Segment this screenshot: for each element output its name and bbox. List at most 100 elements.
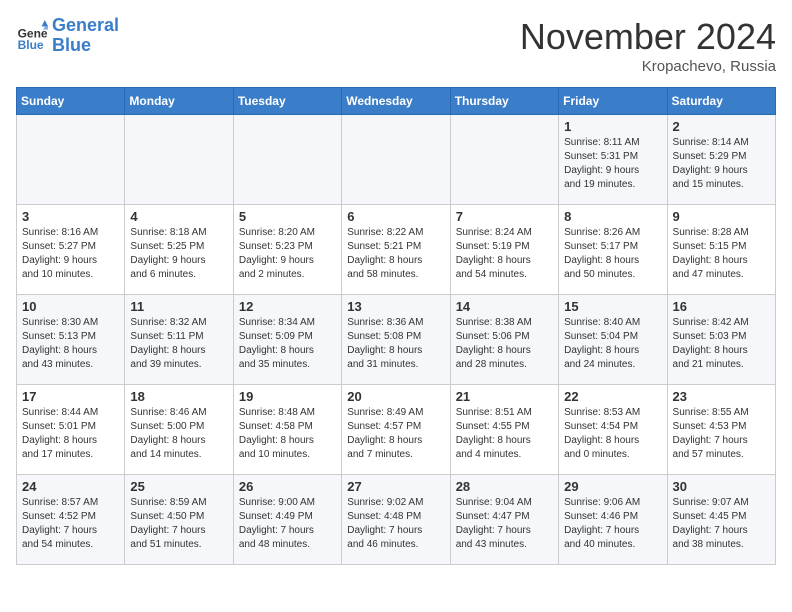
calendar-cell: 8 Sunrise: 8:26 AM Sunset: 5:17 PM Daylig…	[559, 205, 667, 295]
day-info: Sunrise: 8:24 AM Sunset: 5:19 PM Dayligh…	[456, 226, 553, 282]
calendar-cell: 17 Sunrise: 8:44 AM Sunset: 5:01 PM Dayli…	[17, 385, 125, 475]
day-info: Sunrise: 8:22 AM Sunset: 5:21 PM Dayligh…	[347, 226, 444, 282]
calendar-cell: 24 Sunrise: 8:57 AM Sunset: 4:52 PM Dayli…	[17, 475, 125, 565]
calendar-cell	[233, 115, 341, 205]
day-info: Sunrise: 9:00 AM Sunset: 4:49 PM Dayligh…	[239, 496, 336, 552]
day-info: Sunrise: 8:32 AM Sunset: 5:11 PM Dayligh…	[130, 316, 227, 372]
day-info: Sunrise: 8:36 AM Sunset: 5:08 PM Dayligh…	[347, 316, 444, 372]
calendar-week-row: 1Sunrise: 8:11 AM Sunset: 5:31 PM Daylig…	[17, 115, 776, 205]
month-title: November 2024	[520, 16, 776, 58]
calendar-cell: 3 Sunrise: 8:16 AM Sunset: 5:27 PM Daylig…	[17, 205, 125, 295]
weekday-header-sunday: Sunday	[17, 88, 125, 115]
day-info: Sunrise: 8:40 AM Sunset: 5:04 PM Dayligh…	[564, 316, 661, 372]
day-info: Sunrise: 8:48 AM Sunset: 4:58 PM Dayligh…	[239, 406, 336, 462]
weekday-header-saturday: Saturday	[667, 88, 775, 115]
day-info: Sunrise: 8:53 AM Sunset: 4:54 PM Dayligh…	[564, 406, 661, 462]
day-info: Sunrise: 8:44 AM Sunset: 5:01 PM Dayligh…	[22, 406, 119, 462]
day-info: Sunrise: 8:49 AM Sunset: 4:57 PM Dayligh…	[347, 406, 444, 462]
day-info: Sunrise: 8:51 AM Sunset: 4:55 PM Dayligh…	[456, 406, 553, 462]
day-info: Sunrise: 8:20 AM Sunset: 5:23 PM Dayligh…	[239, 226, 336, 282]
calendar-cell: 10 Sunrise: 8:30 AM Sunset: 5:13 PM Dayli…	[17, 295, 125, 385]
day-number: 22	[564, 389, 661, 404]
weekday-header-monday: Monday	[125, 88, 233, 115]
calendar-cell: 4 Sunrise: 8:18 AM Sunset: 5:25 PM Daylig…	[125, 205, 233, 295]
day-number: 19	[239, 389, 336, 404]
calendar-week-row: 17 Sunrise: 8:44 AM Sunset: 5:01 PM Dayli…	[17, 385, 776, 475]
day-info: Sunrise: 8:30 AM Sunset: 5:13 PM Dayligh…	[22, 316, 119, 372]
day-number: 25	[130, 479, 227, 494]
calendar-cell: 28Sunrise: 9:04 AM Sunset: 4:47 PM Dayli…	[450, 475, 558, 565]
calendar-cell: 30Sunrise: 9:07 AM Sunset: 4:45 PM Dayli…	[667, 475, 775, 565]
day-number: 12	[239, 299, 336, 314]
day-number: 5	[239, 209, 336, 224]
calendar-cell: 11 Sunrise: 8:32 AM Sunset: 5:11 PM Dayli…	[125, 295, 233, 385]
day-info: Sunrise: 9:02 AM Sunset: 4:48 PM Dayligh…	[347, 496, 444, 552]
calendar-cell: 5 Sunrise: 8:20 AM Sunset: 5:23 PM Daylig…	[233, 205, 341, 295]
day-info: Sunrise: 8:26 AM Sunset: 5:17 PM Dayligh…	[564, 226, 661, 282]
calendar-cell: 2Sunrise: 8:14 AM Sunset: 5:29 PM Daylig…	[667, 115, 775, 205]
day-number: 23	[673, 389, 770, 404]
calendar-cell: 7 Sunrise: 8:24 AM Sunset: 5:19 PM Daylig…	[450, 205, 558, 295]
calendar-cell	[17, 115, 125, 205]
calendar-week-row: 10 Sunrise: 8:30 AM Sunset: 5:13 PM Dayli…	[17, 295, 776, 385]
day-info: Sunrise: 8:55 AM Sunset: 4:53 PM Dayligh…	[673, 406, 770, 462]
logo-text-general: General	[52, 16, 119, 36]
calendar-cell: 12 Sunrise: 8:34 AM Sunset: 5:09 PM Dayli…	[233, 295, 341, 385]
weekday-header-tuesday: Tuesday	[233, 88, 341, 115]
day-info: Sunrise: 9:07 AM Sunset: 4:45 PM Dayligh…	[673, 496, 770, 552]
logo-text-blue: Blue	[52, 36, 119, 56]
calendar-cell: 18 Sunrise: 8:46 AM Sunset: 5:00 PM Dayli…	[125, 385, 233, 475]
calendar-cell: 6 Sunrise: 8:22 AM Sunset: 5:21 PM Daylig…	[342, 205, 450, 295]
day-info: Sunrise: 8:18 AM Sunset: 5:25 PM Dayligh…	[130, 226, 227, 282]
calendar-cell: 20Sunrise: 8:49 AM Sunset: 4:57 PM Dayli…	[342, 385, 450, 475]
day-number: 11	[130, 299, 227, 314]
day-info: Sunrise: 8:46 AM Sunset: 5:00 PM Dayligh…	[130, 406, 227, 462]
day-info: Sunrise: 8:57 AM Sunset: 4:52 PM Dayligh…	[22, 496, 119, 552]
day-number: 6	[347, 209, 444, 224]
calendar-cell: 14 Sunrise: 8:38 AM Sunset: 5:06 PM Dayli…	[450, 295, 558, 385]
day-info: Sunrise: 8:42 AM Sunset: 5:03 PM Dayligh…	[673, 316, 770, 372]
calendar-week-row: 3 Sunrise: 8:16 AM Sunset: 5:27 PM Daylig…	[17, 205, 776, 295]
calendar-cell: 1Sunrise: 8:11 AM Sunset: 5:31 PM Daylig…	[559, 115, 667, 205]
day-info: Sunrise: 8:34 AM Sunset: 5:09 PM Dayligh…	[239, 316, 336, 372]
day-number: 3	[22, 209, 119, 224]
svg-text:Blue: Blue	[18, 38, 44, 52]
logo-icon: General Blue	[16, 20, 48, 52]
day-number: 4	[130, 209, 227, 224]
day-number: 14	[456, 299, 553, 314]
day-number: 18	[130, 389, 227, 404]
weekday-header-friday: Friday	[559, 88, 667, 115]
calendar-cell: 21Sunrise: 8:51 AM Sunset: 4:55 PM Dayli…	[450, 385, 558, 475]
calendar-cell: 25 Sunrise: 8:59 AM Sunset: 4:50 PM Dayli…	[125, 475, 233, 565]
day-number: 26	[239, 479, 336, 494]
calendar-header-row: SundayMondayTuesdayWednesdayThursdayFrid…	[17, 88, 776, 115]
day-number: 27	[347, 479, 444, 494]
calendar-cell	[450, 115, 558, 205]
day-number: 24	[22, 479, 119, 494]
calendar-cell: 22 Sunrise: 8:53 AM Sunset: 4:54 PM Dayli…	[559, 385, 667, 475]
day-number: 15	[564, 299, 661, 314]
calendar-cell: 16Sunrise: 8:42 AM Sunset: 5:03 PM Dayli…	[667, 295, 775, 385]
day-number: 17	[22, 389, 119, 404]
day-number: 8	[564, 209, 661, 224]
calendar-cell: 27 Sunrise: 9:02 AM Sunset: 4:48 PM Dayli…	[342, 475, 450, 565]
calendar-cell: 9Sunrise: 8:28 AM Sunset: 5:15 PM Daylig…	[667, 205, 775, 295]
day-info: Sunrise: 8:14 AM Sunset: 5:29 PM Dayligh…	[673, 136, 770, 192]
logo: General Blue General Blue	[16, 16, 119, 56]
day-info: Sunrise: 8:59 AM Sunset: 4:50 PM Dayligh…	[130, 496, 227, 552]
weekday-header-thursday: Thursday	[450, 88, 558, 115]
day-info: Sunrise: 9:04 AM Sunset: 4:47 PM Dayligh…	[456, 496, 553, 552]
calendar-table: SundayMondayTuesdayWednesdayThursdayFrid…	[16, 87, 776, 565]
title-block: November 2024 Kropachevo, Russia	[520, 16, 776, 75]
calendar-cell: 23 Sunrise: 8:55 AM Sunset: 4:53 PM Dayli…	[667, 385, 775, 475]
page-header: General Blue General Blue November 2024 …	[16, 16, 776, 75]
day-info: Sunrise: 8:16 AM Sunset: 5:27 PM Dayligh…	[22, 226, 119, 282]
day-info: Sunrise: 8:38 AM Sunset: 5:06 PM Dayligh…	[456, 316, 553, 372]
day-number: 10	[22, 299, 119, 314]
calendar-cell: 19 Sunrise: 8:48 AM Sunset: 4:58 PM Dayli…	[233, 385, 341, 475]
calendar-week-row: 24 Sunrise: 8:57 AM Sunset: 4:52 PM Dayli…	[17, 475, 776, 565]
day-info: Sunrise: 8:11 AM Sunset: 5:31 PM Dayligh…	[564, 136, 661, 192]
day-number: 7	[456, 209, 553, 224]
day-number: 9	[673, 209, 770, 224]
weekday-header-wednesday: Wednesday	[342, 88, 450, 115]
